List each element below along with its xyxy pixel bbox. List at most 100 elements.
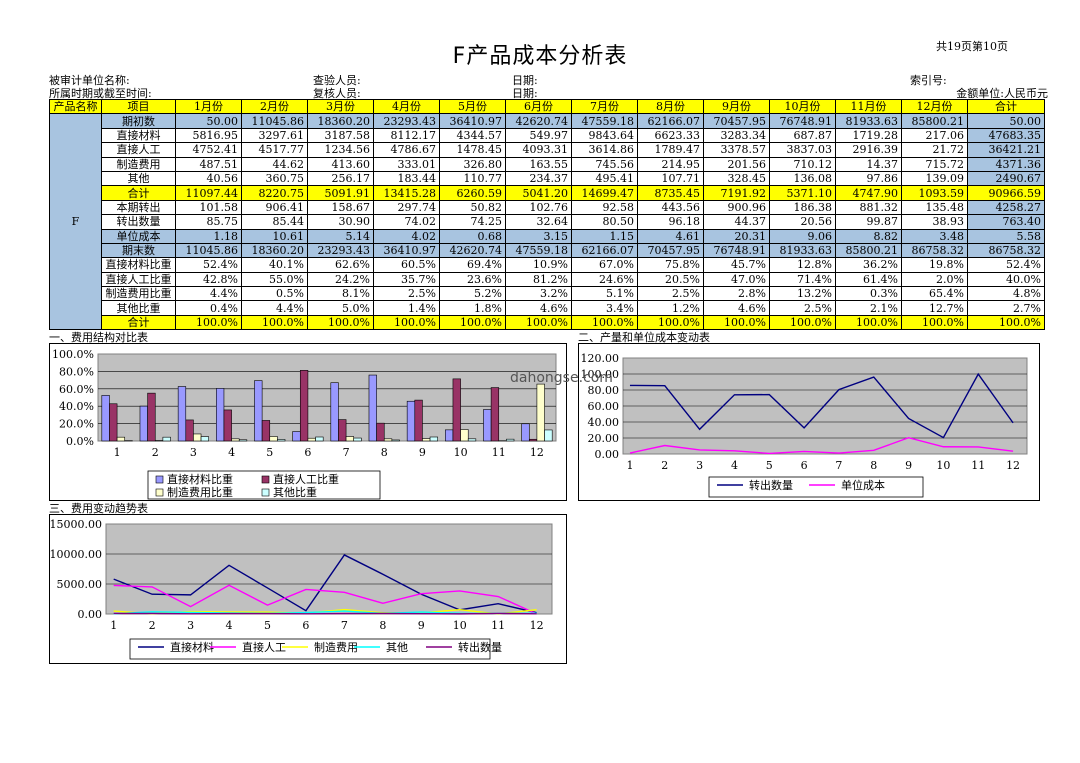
- table-cell: 5.1%: [571, 286, 638, 302]
- table-cell: 100.0%: [505, 314, 572, 331]
- table-cell: 24.6%: [571, 271, 638, 288]
- bar: [528, 438, 538, 442]
- table-cell: 18360.20: [241, 242, 308, 259]
- x-tick-label: 11: [971, 459, 985, 472]
- table-cell: 97.86: [835, 170, 902, 187]
- table-cell: 1.18: [175, 228, 242, 244]
- y-tick-label: 20.0%: [59, 418, 94, 431]
- table-cell: 8.82: [835, 228, 902, 244]
- table-cell: 100.0%: [637, 314, 704, 331]
- table-cell: 8112.17: [373, 127, 440, 144]
- table-cell: 40.0%: [967, 271, 1045, 288]
- table-cell: 80.50: [571, 214, 638, 230]
- table-cell: 135.48: [901, 199, 968, 216]
- x-tick-label: 9: [905, 459, 912, 472]
- table-cell: 35.7%: [373, 271, 440, 288]
- table-cell: 4.6%: [505, 300, 572, 316]
- bar: [185, 419, 194, 442]
- table-cell: 96.18: [637, 214, 704, 230]
- table-cell: 3283.34: [703, 127, 770, 144]
- legend-swatch: [155, 475, 164, 484]
- legend-label: 转出数量: [749, 478, 793, 492]
- table-cell: 100.0%: [241, 314, 308, 331]
- table-cell: 4786.67: [373, 142, 440, 158]
- table-cell: 100.0%: [769, 314, 836, 331]
- table-cell: 4344.57: [439, 127, 506, 144]
- table-cell: 30.90: [307, 214, 374, 230]
- row-label: 单位成本: [101, 228, 176, 244]
- table-cell: 90966.59: [967, 185, 1045, 201]
- legend-label: 单位成本: [841, 478, 885, 492]
- bar: [292, 431, 301, 442]
- table-cell: 158.67: [307, 199, 374, 216]
- table-cell: 5.2%: [439, 286, 506, 302]
- table-cell: 443.56: [637, 199, 704, 216]
- table-cell: 10.61: [241, 228, 308, 244]
- table-cell: 100.0%: [175, 314, 242, 331]
- table-cell: 201.56: [703, 156, 770, 172]
- table-row: 单位成本 1.18 10.61 5.14 4.02 0.68 3.15 1.15 4.61 20.…: [50, 228, 1045, 244]
- y-tick-label: 100.0%: [52, 348, 94, 361]
- row-label: 制造费用: [101, 156, 176, 172]
- page-title: F产品成本分析表: [452, 44, 628, 69]
- column-header: 项目: [101, 98, 176, 115]
- table-cell: 217.06: [901, 127, 968, 144]
- table-cell: 20.56: [769, 214, 836, 230]
- legend-label: 转出数量: [458, 640, 502, 654]
- table-cell: 62166.07: [637, 113, 704, 129]
- y-tick-label: 60.0%: [59, 383, 94, 396]
- column-header: 11月份: [835, 98, 902, 115]
- column-header: 1月份: [175, 98, 242, 115]
- column-header: 3月份: [307, 98, 374, 115]
- bar: [429, 436, 438, 442]
- table-cell: 62166.07: [571, 242, 638, 259]
- y-tick-label: 0.00: [595, 448, 620, 461]
- table-cell: 81933.63: [769, 242, 836, 259]
- table-cell: 1234.56: [307, 142, 374, 158]
- row-label: 其他: [101, 170, 176, 187]
- x-tick-label: 7: [835, 459, 842, 472]
- bar: [338, 419, 347, 442]
- row-label: 期末数: [101, 242, 176, 259]
- table-cell: 101.58: [175, 199, 242, 216]
- bar: [307, 437, 316, 442]
- table-cell: 23293.43: [307, 242, 374, 259]
- index-no-label: 索引号:: [910, 74, 947, 87]
- bar: [116, 436, 126, 442]
- table-cell: 38.93: [901, 214, 968, 230]
- table-cell: 5091.91: [307, 185, 374, 201]
- table-cell: 45.7%: [703, 257, 770, 273]
- table-cell: 1.8%: [439, 300, 506, 316]
- table-cell: 0.68: [439, 228, 506, 244]
- table-cell: 21.72: [901, 142, 968, 158]
- row-label: 转出数量: [101, 214, 176, 230]
- table-cell: 85800.21: [835, 242, 902, 259]
- x-tick-label: 1: [110, 619, 117, 632]
- row-label: 直接材料比重: [101, 257, 176, 273]
- table-cell: 328.45: [703, 170, 770, 187]
- bar: [376, 422, 385, 442]
- table-cell: 100.0%: [835, 314, 902, 331]
- table-cell: 32.64: [505, 214, 572, 230]
- table-cell: 11097.44: [175, 185, 242, 201]
- table-cell: 42620.74: [439, 242, 506, 259]
- table-cell: 4258.27: [967, 199, 1045, 216]
- column-header: 6月份: [505, 98, 572, 115]
- table-cell: 110.77: [439, 170, 506, 187]
- table-cell: 102.76: [505, 199, 572, 216]
- table-cell: 86758.32: [967, 242, 1045, 259]
- table-cell: 23.6%: [439, 271, 506, 288]
- bar: [521, 423, 530, 442]
- cost-analysis-table: 产品名称 项目 1月份 2月份 3月份 4月份 5月份 6月份 7月份 8月份 9月份 10月份 11月…: [49, 98, 1045, 331]
- table-cell: 2916.39: [835, 142, 902, 158]
- table-row: 直接人工比重 42.8% 55.0% 24.2% 35.7% 23.6% 81.2% 24.6…: [50, 271, 1045, 288]
- table-cell: 4.4%: [241, 300, 308, 316]
- x-tick-label: 7: [343, 446, 350, 459]
- table-cell: 2.8%: [703, 286, 770, 302]
- table-cell: 710.12: [769, 156, 836, 172]
- column-header: 5月份: [439, 98, 506, 115]
- x-tick-label: 11: [492, 446, 506, 459]
- table-cell: 5041.20: [505, 185, 572, 201]
- x-tick-label: 4: [226, 619, 233, 632]
- x-tick-label: 1: [114, 446, 121, 459]
